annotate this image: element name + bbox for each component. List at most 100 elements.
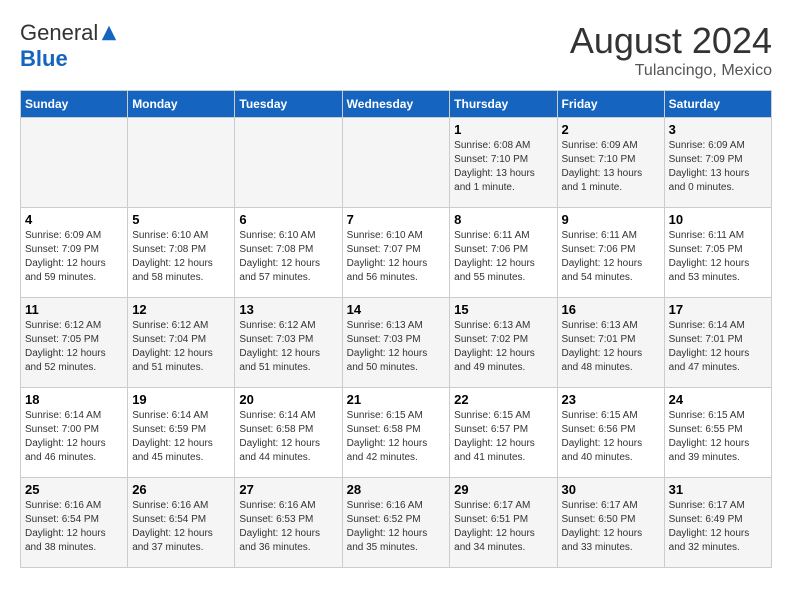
day-info: Sunrise: 6:17 AMSunset: 6:49 PMDaylight:… bbox=[669, 499, 767, 555]
day-number: 2 bbox=[562, 122, 660, 137]
calendar-day-cell: 6 Sunrise: 6:10 AMSunset: 7:08 PMDaylight… bbox=[235, 208, 342, 298]
calendar-day-cell: 25 Sunrise: 6:16 AMSunset: 6:54 PMDayligh… bbox=[21, 478, 128, 568]
calendar-day-cell: 22Sunrise: 6:15 AMSunset: 6:57 PMDayligh… bbox=[450, 388, 557, 478]
day-info: Sunrise: 6:16 AMSunset: 6:54 PMDaylight:… bbox=[132, 499, 230, 555]
calendar-day-cell: 28 Sunrise: 6:16 AMSunset: 6:52 PMDayligh… bbox=[342, 478, 450, 568]
day-number: 23 bbox=[562, 392, 660, 407]
day-number: 3 bbox=[669, 122, 767, 137]
weekday-header-tuesday: Tuesday bbox=[235, 91, 342, 118]
day-info: Sunrise: 6:15 AMSunset: 6:57 PMDaylight:… bbox=[454, 409, 552, 465]
day-number: 27 bbox=[239, 482, 337, 497]
day-info: Sunrise: 6:12 AMSunset: 7:04 PMDaylight:… bbox=[132, 319, 230, 375]
day-number: 31 bbox=[669, 482, 767, 497]
logo-icon bbox=[100, 24, 118, 42]
day-number: 8 bbox=[454, 212, 552, 227]
day-info: Sunrise: 6:14 AMSunset: 7:00 PMDaylight:… bbox=[25, 409, 123, 465]
logo-blue-text: Blue bbox=[20, 46, 68, 72]
day-info: Sunrise: 6:11 AMSunset: 7:05 PMDaylight:… bbox=[669, 229, 767, 285]
title-block: August 2024 Tulancingo, Mexico bbox=[570, 20, 772, 80]
weekday-header-sunday: Sunday bbox=[21, 91, 128, 118]
day-info: Sunrise: 6:13 AMSunset: 7:02 PMDaylight:… bbox=[454, 319, 552, 375]
calendar-week-row: 4Sunrise: 6:09 AMSunset: 7:09 PMDaylight… bbox=[21, 208, 772, 298]
calendar-day-cell: 29Sunrise: 6:17 AMSunset: 6:51 PMDayligh… bbox=[450, 478, 557, 568]
weekday-header-monday: Monday bbox=[128, 91, 235, 118]
day-number: 26 bbox=[132, 482, 230, 497]
calendar-day-cell: 1Sunrise: 6:08 AMSunset: 7:10 PMDaylight… bbox=[450, 118, 557, 208]
weekday-header-wednesday: Wednesday bbox=[342, 91, 450, 118]
month-year-title: August 2024 bbox=[570, 20, 772, 62]
calendar-day-cell: 14Sunrise: 6:13 AMSunset: 7:03 PMDayligh… bbox=[342, 298, 450, 388]
day-number: 14 bbox=[347, 302, 446, 317]
day-number: 11 bbox=[25, 302, 123, 317]
calendar-day-cell: 3 Sunrise: 6:09 AMSunset: 7:09 PMDaylight… bbox=[664, 118, 771, 208]
day-number: 5 bbox=[132, 212, 230, 227]
day-number: 13 bbox=[239, 302, 337, 317]
calendar-day-cell: 17 Sunrise: 6:14 AMSunset: 7:01 PMDayligh… bbox=[664, 298, 771, 388]
day-info: Sunrise: 6:09 AMSunset: 7:10 PMDaylight:… bbox=[562, 139, 660, 195]
calendar-week-row: 11 Sunrise: 6:12 AMSunset: 7:05 PMDayligh… bbox=[21, 298, 772, 388]
logo-general-text: General bbox=[20, 20, 98, 46]
empty-day-cell bbox=[21, 118, 128, 208]
empty-day-cell bbox=[128, 118, 235, 208]
day-info: Sunrise: 6:12 AMSunset: 7:05 PMDaylight:… bbox=[25, 319, 123, 375]
calendar-day-cell: 23 Sunrise: 6:15 AMSunset: 6:56 PMDayligh… bbox=[557, 388, 664, 478]
weekday-header-row: SundayMondayTuesdayWednesdayThursdayFrid… bbox=[21, 91, 772, 118]
weekday-header-thursday: Thursday bbox=[450, 91, 557, 118]
day-info: Sunrise: 6:11 AMSunset: 7:06 PMDaylight:… bbox=[562, 229, 660, 285]
weekday-header-friday: Friday bbox=[557, 91, 664, 118]
calendar-day-cell: 8 Sunrise: 6:11 AMSunset: 7:06 PMDaylight… bbox=[450, 208, 557, 298]
day-info: Sunrise: 6:16 AMSunset: 6:52 PMDaylight:… bbox=[347, 499, 446, 555]
day-number: 7 bbox=[347, 212, 446, 227]
empty-day-cell bbox=[235, 118, 342, 208]
logo: General Blue bbox=[20, 20, 118, 72]
calendar-day-cell: 4Sunrise: 6:09 AMSunset: 7:09 PMDaylight… bbox=[21, 208, 128, 298]
day-info: Sunrise: 6:14 AMSunset: 6:58 PMDaylight:… bbox=[239, 409, 337, 465]
day-info: Sunrise: 6:10 AMSunset: 7:08 PMDaylight:… bbox=[132, 229, 230, 285]
day-info: Sunrise: 6:14 AMSunset: 6:59 PMDaylight:… bbox=[132, 409, 230, 465]
day-number: 30 bbox=[562, 482, 660, 497]
calendar-day-cell: 11 Sunrise: 6:12 AMSunset: 7:05 PMDayligh… bbox=[21, 298, 128, 388]
day-info: Sunrise: 6:15 AMSunset: 6:58 PMDaylight:… bbox=[347, 409, 446, 465]
weekday-header-saturday: Saturday bbox=[664, 91, 771, 118]
day-number: 25 bbox=[25, 482, 123, 497]
day-info: Sunrise: 6:10 AMSunset: 7:08 PMDaylight:… bbox=[239, 229, 337, 285]
day-number: 19 bbox=[132, 392, 230, 407]
page-header: General Blue August 2024 Tulancingo, Mex… bbox=[20, 20, 772, 80]
day-number: 17 bbox=[669, 302, 767, 317]
calendar-day-cell: 21 Sunrise: 6:15 AMSunset: 6:58 PMDayligh… bbox=[342, 388, 450, 478]
calendar-day-cell: 19 Sunrise: 6:14 AMSunset: 6:59 PMDayligh… bbox=[128, 388, 235, 478]
day-number: 21 bbox=[347, 392, 446, 407]
calendar-day-cell: 10Sunrise: 6:11 AMSunset: 7:05 PMDayligh… bbox=[664, 208, 771, 298]
day-number: 29 bbox=[454, 482, 552, 497]
day-info: Sunrise: 6:09 AMSunset: 7:09 PMDaylight:… bbox=[669, 139, 767, 195]
day-number: 16 bbox=[562, 302, 660, 317]
day-info: Sunrise: 6:17 AMSunset: 6:50 PMDaylight:… bbox=[562, 499, 660, 555]
day-number: 1 bbox=[454, 122, 552, 137]
calendar-day-cell: 27Sunrise: 6:16 AMSunset: 6:53 PMDayligh… bbox=[235, 478, 342, 568]
empty-day-cell bbox=[342, 118, 450, 208]
calendar-week-row: 1Sunrise: 6:08 AMSunset: 7:10 PMDaylight… bbox=[21, 118, 772, 208]
calendar-week-row: 25 Sunrise: 6:16 AMSunset: 6:54 PMDayligh… bbox=[21, 478, 772, 568]
calendar-day-cell: 5 Sunrise: 6:10 AMSunset: 7:08 PMDaylight… bbox=[128, 208, 235, 298]
day-number: 4 bbox=[25, 212, 123, 227]
day-info: Sunrise: 6:12 AMSunset: 7:03 PMDaylight:… bbox=[239, 319, 337, 375]
calendar-day-cell: 18Sunrise: 6:14 AMSunset: 7:00 PMDayligh… bbox=[21, 388, 128, 478]
day-info: Sunrise: 6:15 AMSunset: 6:56 PMDaylight:… bbox=[562, 409, 660, 465]
day-info: Sunrise: 6:11 AMSunset: 7:06 PMDaylight:… bbox=[454, 229, 552, 285]
calendar-week-row: 18Sunrise: 6:14 AMSunset: 7:00 PMDayligh… bbox=[21, 388, 772, 478]
calendar-day-cell: 16 Sunrise: 6:13 AMSunset: 7:01 PMDayligh… bbox=[557, 298, 664, 388]
calendar-day-cell: 26 Sunrise: 6:16 AMSunset: 6:54 PMDayligh… bbox=[128, 478, 235, 568]
calendar-day-cell: 13 Sunrise: 6:12 AMSunset: 7:03 PMDayligh… bbox=[235, 298, 342, 388]
calendar-day-cell: 30 Sunrise: 6:17 AMSunset: 6:50 PMDayligh… bbox=[557, 478, 664, 568]
day-info: Sunrise: 6:16 AMSunset: 6:54 PMDaylight:… bbox=[25, 499, 123, 555]
day-number: 15 bbox=[454, 302, 552, 317]
day-number: 20 bbox=[239, 392, 337, 407]
calendar-day-cell: 2 Sunrise: 6:09 AMSunset: 7:10 PMDaylight… bbox=[557, 118, 664, 208]
day-number: 6 bbox=[239, 212, 337, 227]
calendar-day-cell: 9Sunrise: 6:11 AMSunset: 7:06 PMDaylight… bbox=[557, 208, 664, 298]
day-info: Sunrise: 6:13 AMSunset: 7:01 PMDaylight:… bbox=[562, 319, 660, 375]
calendar-day-cell: 12Sunrise: 6:12 AMSunset: 7:04 PMDayligh… bbox=[128, 298, 235, 388]
calendar-day-cell: 24Sunrise: 6:15 AMSunset: 6:55 PMDayligh… bbox=[664, 388, 771, 478]
day-info: Sunrise: 6:14 AMSunset: 7:01 PMDaylight:… bbox=[669, 319, 767, 375]
day-number: 28 bbox=[347, 482, 446, 497]
